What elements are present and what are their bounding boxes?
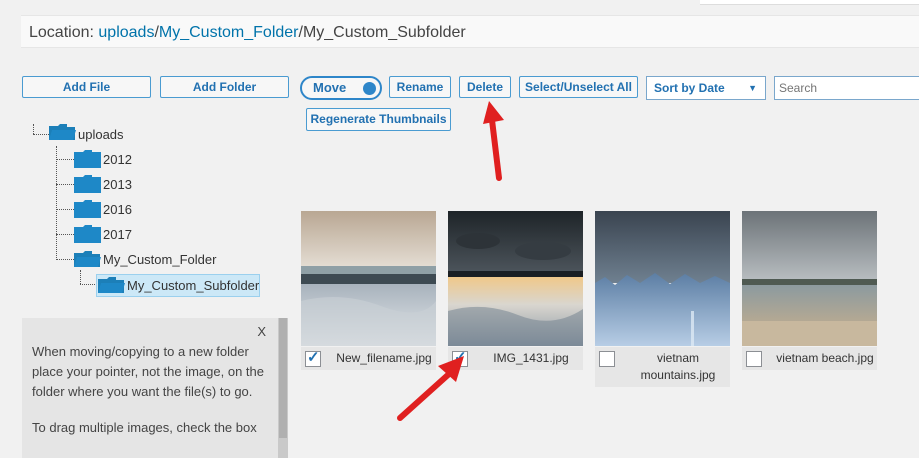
checkmark-icon: ✓ [307, 349, 320, 366]
tree-line [80, 284, 97, 285]
file-checkbox[interactable] [599, 351, 615, 367]
tree-line [33, 134, 49, 135]
thumbnail-image[interactable] [301, 211, 436, 346]
tree-line [56, 234, 74, 235]
sort-select-value: Sort by Date [654, 81, 725, 95]
breadcrumb-uploads[interactable]: uploads [98, 24, 154, 41]
tree-item-2017[interactable]: 2017 [103, 227, 132, 242]
close-icon[interactable]: X [257, 322, 266, 342]
folder-icon [74, 200, 101, 218]
search-input[interactable] [774, 76, 919, 100]
tree-item-my-custom-folder[interactable]: My_Custom_Folder [103, 252, 216, 267]
tree-item-my-custom-subfolder[interactable]: My_Custom_Subfolder [127, 278, 259, 293]
toggle-knob-icon [363, 82, 376, 95]
tree-line [56, 184, 74, 185]
add-file-button[interactable]: Add File [22, 76, 151, 98]
tree-line [56, 159, 74, 160]
breadcrumb-my-custom-folder[interactable]: My_Custom_Folder [159, 24, 299, 41]
folder-icon [74, 225, 101, 243]
folder-open-icon [49, 123, 76, 141]
location-bar: Location: uploads/My_Custom_Folder/My_Cu… [21, 15, 919, 48]
file-caption: vietnam mountains.jpg [595, 347, 730, 387]
folder-icon [74, 175, 101, 193]
delete-button[interactable]: Delete [459, 76, 511, 98]
file-checkbox[interactable]: ✓ [305, 349, 321, 367]
add-folder-button[interactable]: Add Folder [160, 76, 289, 98]
file-checkbox[interactable] [746, 351, 762, 367]
file-caption: vietnam beach.jpg [742, 347, 877, 370]
tree-item-uploads[interactable]: uploads [78, 127, 124, 142]
location-prefix: Location: [29, 24, 99, 41]
annotation-arrow-icon [397, 356, 464, 421]
tree-line [56, 146, 57, 260]
thumbnail-image[interactable] [448, 211, 583, 346]
file-name: vietnam beach.jpg [776, 351, 874, 365]
annotation-arrow-icon [483, 101, 504, 181]
top-edge [700, 0, 919, 5]
tree-line [80, 270, 81, 284]
select-all-button[interactable]: Select/Unselect All [519, 76, 638, 98]
folder-open-icon [98, 276, 125, 294]
help-scrollbar-thumb[interactable] [279, 318, 287, 438]
help-scrollbar[interactable] [278, 318, 288, 458]
tree-line [33, 124, 34, 134]
help-text: To drag multiple images, check the box [32, 420, 257, 435]
tree-line [56, 209, 74, 210]
thumbnail-image[interactable] [742, 211, 877, 346]
folder-icon [74, 150, 101, 168]
dropdown-arrow-icon: ▼ [748, 83, 757, 93]
regenerate-thumbnails-button[interactable]: Regenerate Thumbnails [306, 108, 451, 131]
tree-item-2012[interactable]: 2012 [103, 152, 132, 167]
tree-item-2016[interactable]: 2016 [103, 202, 132, 217]
breadcrumb-current: My_Custom_Subfolder [302, 24, 466, 41]
rename-button[interactable]: Rename [389, 76, 451, 98]
move-toggle[interactable]: Move [300, 76, 382, 100]
tree-item-2013[interactable]: 2013 [103, 177, 132, 192]
tree-line [56, 259, 74, 260]
help-box: X When moving/copying to a new folder pl… [22, 318, 288, 458]
move-toggle-label: Move [313, 80, 347, 95]
sort-select[interactable]: Sort by Date ▼ [646, 76, 766, 100]
file-name: vietnam mountains.jpg [640, 351, 716, 382]
help-text: When moving/copying to a new folder plac… [32, 344, 264, 399]
file-name: IMG_1431.jpg [493, 351, 569, 365]
thumbnail-image[interactable] [595, 211, 730, 346]
folder-open-icon [74, 250, 101, 268]
